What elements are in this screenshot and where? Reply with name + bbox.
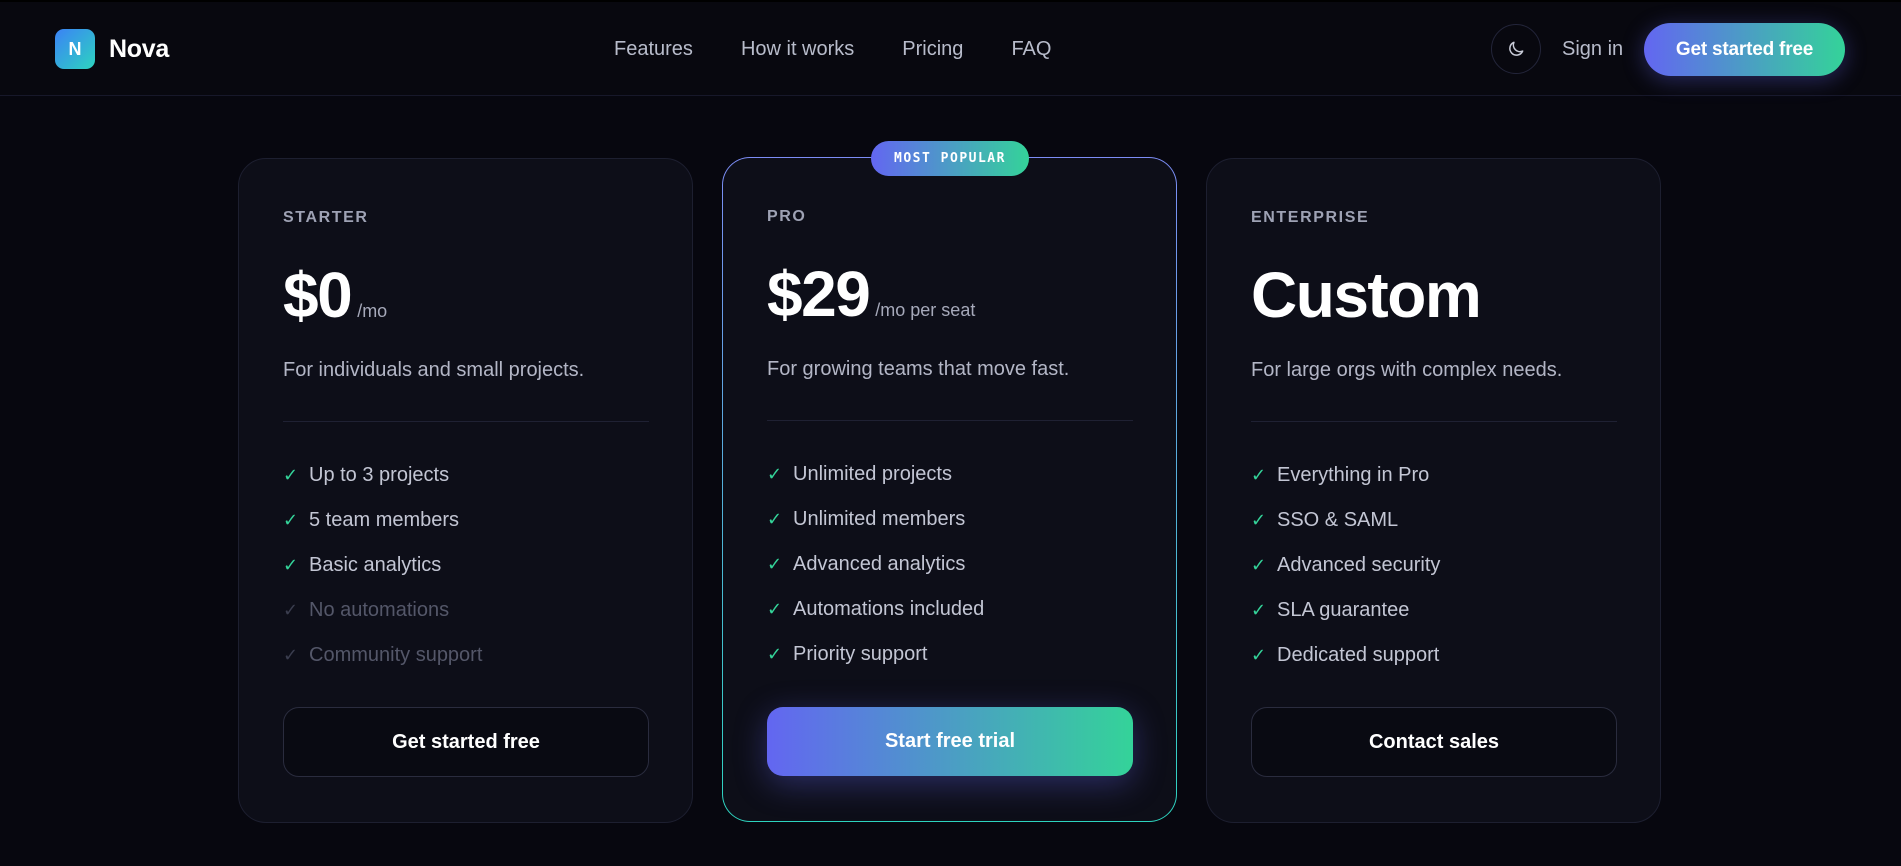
main-nav: Features How it works Pricing FAQ [614, 38, 1051, 61]
check-icon: ✓ [283, 600, 299, 620]
feature-text: Basic analytics [309, 554, 442, 576]
nav-link-pricing[interactable]: Pricing [902, 38, 963, 61]
feature-item-disabled: ✓ Community support [283, 633, 482, 678]
feature-text: Dedicated support [1277, 644, 1440, 666]
check-icon: ✓ [767, 464, 783, 484]
start-free-trial-button[interactable]: Start free trial [767, 707, 1133, 776]
plan-tier: ENTERPRISE [1251, 209, 1370, 226]
feature-text: No automations [309, 599, 450, 621]
moon-icon [1509, 41, 1524, 56]
logo-icon: N [55, 29, 95, 69]
feature-text: Everything in Pro [1277, 464, 1430, 486]
check-icon: ✓ [283, 555, 299, 575]
feature-text: Priority support [793, 643, 928, 665]
plan-price: Custom [1251, 259, 1482, 331]
feature-list: ✓ Up to 3 projects ✓ 5 team members ✓ Basic… [283, 453, 482, 678]
brand[interactable]: N Nova [55, 29, 169, 69]
feature-text: 5 team members [309, 509, 460, 531]
feature-list: ✓ Unlimited projects ✓ Unlimited members ✓… [767, 452, 984, 677]
feature-item: ✓ SLA guarantee [1251, 588, 1440, 633]
feature-text: Unlimited projects [793, 463, 952, 485]
check-icon: ✓ [767, 599, 783, 619]
price-row: $0 /mo [283, 263, 387, 327]
get-started-button[interactable]: Get started free [1644, 23, 1845, 76]
theme-toggle-button[interactable] [1491, 24, 1541, 74]
feature-item: ✓ Up to 3 projects [283, 453, 482, 498]
feature-text: Advanced security [1277, 554, 1441, 576]
plan-tier: STARTER [283, 209, 369, 226]
feature-text: SSO & SAML [1277, 509, 1399, 531]
feature-item: ✓ Dedicated support [1251, 633, 1440, 678]
divider [1251, 421, 1617, 422]
feature-item: ✓ Automations included [767, 587, 984, 632]
plan-card-enterprise: ENTERPRISE Custom For large orgs with co… [1206, 158, 1661, 823]
feature-text: Unlimited members [793, 508, 966, 530]
price-unit: /mo per seat [875, 300, 976, 320]
plan-card-starter: STARTER $0 /mo For individuals and small… [238, 158, 693, 823]
check-icon: ✓ [283, 645, 299, 665]
plan-description: For individuals and small projects. [283, 359, 585, 381]
feature-text: Community support [309, 644, 483, 666]
nav-link-faq[interactable]: FAQ [1011, 38, 1051, 61]
divider [283, 421, 649, 422]
feature-item-disabled: ✓ No automations [283, 588, 482, 633]
check-icon: ✓ [1251, 555, 1267, 575]
plan-price: $0 [283, 259, 353, 331]
check-icon: ✓ [767, 644, 783, 664]
price-row: $29 /mo per seat [767, 262, 975, 326]
check-icon: ✓ [1251, 510, 1267, 530]
feature-text: SLA guarantee [1277, 599, 1410, 621]
nav-link-features[interactable]: Features [614, 38, 693, 61]
feature-item: ✓ Priority support [767, 632, 984, 677]
price-row: Custom [1251, 259, 1482, 331]
check-icon: ✓ [1251, 465, 1267, 485]
plan-description: For large orgs with complex needs. [1251, 359, 1563, 381]
starter-get-started-button[interactable]: Get started free [283, 707, 649, 777]
feature-item: ✓ 5 team members [283, 498, 482, 543]
feature-item: ✓ Unlimited projects [767, 452, 984, 497]
most-popular-badge: MOST POPULAR [871, 141, 1029, 176]
feature-list: ✓ Everything in Pro ✓ SSO & SAML ✓ Advanced… [1251, 453, 1440, 678]
price-unit: /mo [357, 301, 388, 321]
check-icon: ✓ [767, 554, 783, 574]
feature-item: ✓ Basic analytics [283, 543, 482, 588]
feature-item: ✓ Advanced analytics [767, 542, 984, 587]
plan-tier: PRO [767, 208, 807, 225]
feature-item: ✓ Advanced security [1251, 543, 1440, 588]
check-icon: ✓ [1251, 645, 1267, 665]
divider [767, 420, 1133, 421]
plan-card-pro: MOST POPULAR PRO $29 /mo per seat For gr… [722, 141, 1177, 822]
feature-item: ✓ SSO & SAML [1251, 498, 1440, 543]
top-navbar: N Nova Features How it works Pricing FAQ… [0, 0, 1901, 96]
contact-sales-button[interactable]: Contact sales [1251, 707, 1617, 777]
signin-link[interactable]: Sign in [1562, 38, 1623, 61]
feature-item: ✓ Unlimited members [767, 497, 984, 542]
check-icon: ✓ [767, 509, 783, 529]
feature-item: ✓ Everything in Pro [1251, 453, 1440, 498]
check-icon: ✓ [1251, 600, 1267, 620]
plan-price: $29 [767, 258, 871, 330]
check-icon: ✓ [283, 510, 299, 530]
plan-description: For growing teams that move fast. [767, 358, 1070, 380]
feature-text: Advanced analytics [793, 553, 966, 575]
feature-text: Up to 3 projects [309, 464, 450, 486]
feature-text: Automations included [793, 598, 985, 620]
brand-name: Nova [109, 34, 169, 63]
nav-link-how-it-works[interactable]: How it works [741, 38, 854, 61]
check-icon: ✓ [283, 465, 299, 485]
